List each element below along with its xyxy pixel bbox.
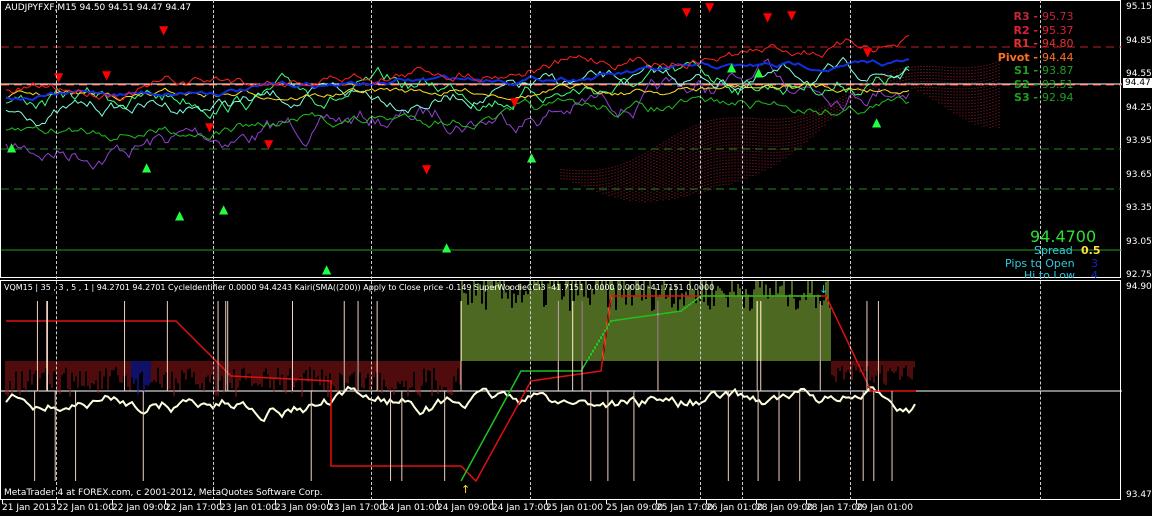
time-axis-label: 28 Jan 17:00 [806,503,863,513]
pivot-label: S3 - [1014,91,1038,104]
time-axis-label: 26 Jan 01:00 [706,503,763,513]
up-arrow-icon: ↑ [461,483,470,496]
spread-label: Spread [1034,244,1073,257]
day-separator [530,0,531,500]
pivot-value: 95.73 [1042,10,1074,23]
buy-arrow-icon: ▲ [322,262,332,276]
time-axis-label: 22 Jan 01:00 [57,503,114,513]
sell-arrow-icon: ▼ [682,5,692,19]
sell-arrow-icon: ▼ [763,10,773,24]
pivot-value: 94.44 [1042,50,1074,64]
day-separator [371,0,372,500]
time-axis-label: 25 Jan 17:00 [656,503,713,513]
price-axis-label: 94.85 [1126,35,1152,46]
sell-arrow-icon: ▼ [510,95,520,109]
pivot-value: 93.51 [1042,77,1074,91]
day-separator [213,0,214,500]
buy-arrow-icon: ▲ [142,160,152,174]
time-axis-label: 29 Jan 01:00 [856,503,913,513]
time-axis-label: 24 Jan 09:00 [437,503,494,513]
time-axis-label: 28 Jan 09:00 [756,503,813,513]
buy-arrow-icon: ▲ [7,140,17,154]
day-separator [700,0,701,500]
time-axis-label: 25 Jan 01:00 [546,503,603,513]
pivot-value: 92.94 [1042,91,1074,104]
day-separator [56,0,57,500]
copyright-text: MetaTrader 4 at FOREX.com, c 2001-2012, … [4,488,323,498]
pivot-value: 95.37 [1042,23,1074,37]
price-axis-label: 92.75 [1126,270,1152,280]
indicator-axis-max: 94.9022 [1126,282,1152,292]
sell-arrow-icon: ▼ [787,8,797,22]
price-axis-label: 94.25 [1126,102,1152,113]
time-axis-label: 23 Jan 17:00 [328,503,385,513]
time-axis-label: 23 Jan 09:00 [275,503,332,513]
spread-value: 0.5 [1081,244,1101,257]
buy-arrow-icon: ▲ [219,202,229,216]
price-axis-label: 93.95 [1126,136,1152,146]
indicator-canvas: ↑↓ [1,281,1122,496]
pivot-label: R3 - [1013,10,1038,23]
pivot-label: S2 - [1014,77,1038,91]
pivot-label: Pivot - [997,50,1038,64]
sell-arrow-icon: ▼ [705,1,715,14]
pivot-label: R1 - [1013,37,1038,50]
time-axis-label: 25 Jan 09:00 [606,503,663,513]
indicator-title: VQM15 | 35 , 3 , 5 , 1 | 94.2701 94.2701… [4,283,715,292]
symbol-info: AUDJPYFXF,M15 94.50 94.51 94.47 94.47 [5,3,192,13]
buy-arrow-icon: ▲ [442,240,452,254]
buy-arrow-icon: ▲ [727,60,737,74]
time-axis-label: 21 Jan 2013 [2,503,56,513]
buy-arrow-icon: ▲ [175,208,185,222]
sell-arrow-icon: ▼ [159,23,169,37]
price-axis-label: 93.35 [1126,203,1152,213]
price-axis-label: 95.15 [1126,2,1152,12]
down-arrow-icon: ↓ [819,283,828,296]
time-axis-label: 23 Jan 01:00 [220,503,277,513]
cycle-line-green [460,295,821,482]
indicator-panel[interactable]: ↑ ↓ [0,280,1122,500]
sell-arrow-icon: ▼ [863,45,873,59]
pivot-value: 93.87 [1042,64,1074,77]
buy-arrow-icon: ▲ [754,65,764,79]
sell-arrow-icon: ▼ [102,68,112,82]
time-axis-label: 24 Jan 01:00 [383,503,440,513]
buy-arrow-icon: ▲ [872,115,882,129]
sell-arrow-icon: ▼ [422,162,432,176]
pivot-label: S1 - [1014,64,1038,77]
sell-arrow-icon: ▼ [264,137,274,151]
buy-arrow-icon: ▲ [527,150,537,164]
indicator-axis-min: 93.477 [1126,490,1152,500]
price-axis-label: 93.05 [1126,236,1152,247]
day-separator [742,0,743,500]
main-chart-panel[interactable]: ▼ ▼ ▼ ▼ ▼ ▼ ▼ ▼ ▼ ▼ ▼ ▼ ▲ ▲ ▲ ▲ ▲ ▲ ▲ ▲ ▲ ▲ [0,0,1122,278]
price-axis-label: 93.65 [1126,169,1152,180]
current-price-marker: 94.47 [1122,77,1152,89]
pivot-value: 94.80 [1042,37,1074,50]
pivot-label: R2 - [1013,23,1038,37]
time-axis-label: 22 Jan 17:00 [165,503,222,513]
hi-to-low-value: 4 [1091,269,1098,278]
time-axis-label: 22 Jan 09:00 [112,503,169,513]
day-separator [850,0,851,500]
time-axis-label: 24 Jan 17:00 [492,503,549,513]
hi-to-low-label: Hi to Low [1024,269,1076,278]
main-chart-canvas: ▼ ▼▼▼▼▼▼▼ ▼▼ ▼▼▲▲▲ ▲▲▲▲▲ ▲▲ [1,1,1122,276]
